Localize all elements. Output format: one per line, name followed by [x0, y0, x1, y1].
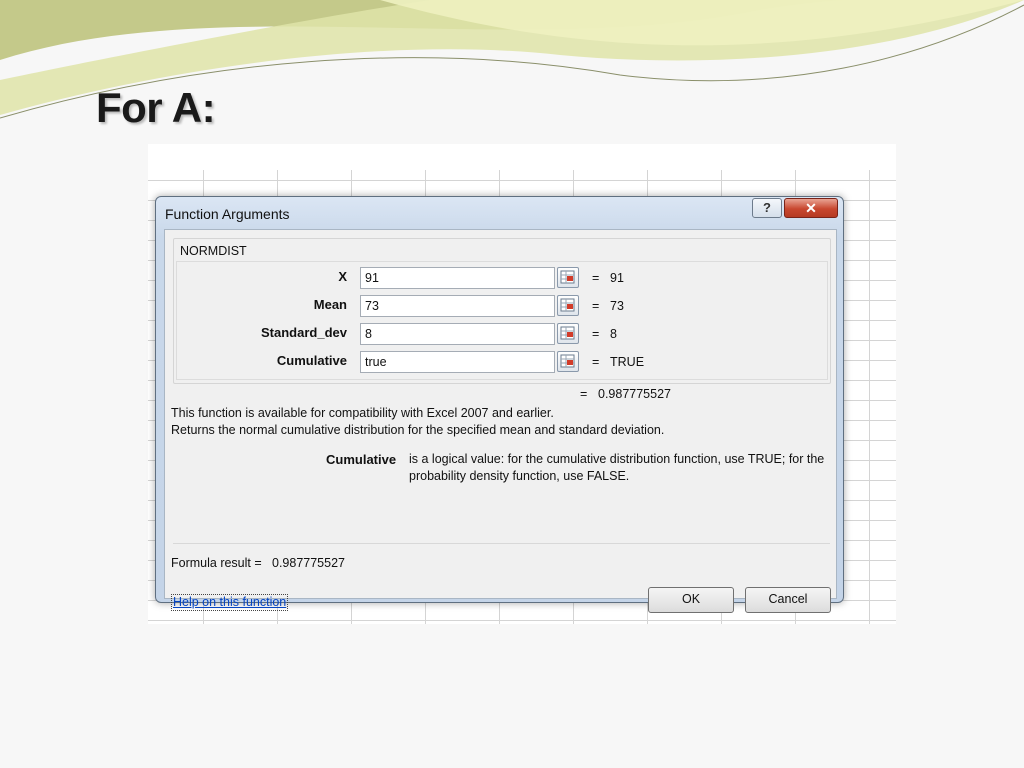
arg-help-line-1: is a logical value: for the cumulative d…: [409, 452, 825, 466]
range-select-icon[interactable]: [557, 267, 579, 288]
dialog-title: Function Arguments: [165, 206, 290, 222]
arg-value-mean: 73: [610, 299, 624, 313]
function-arguments-dialog: Function Arguments ? ✕ NORMDIST X = 91 M…: [155, 196, 844, 613]
function-result-value: 0.987775527: [598, 387, 671, 401]
ok-button[interactable]: OK: [648, 587, 734, 613]
function-name: NORMDIST: [180, 244, 247, 258]
range-select-icon[interactable]: [557, 295, 579, 316]
formula-result-value: 0.987775527: [272, 556, 345, 570]
equals-sign: =: [592, 299, 600, 313]
equals-sign: =: [592, 355, 600, 369]
arg-help-name: Cumulative: [326, 452, 397, 467]
description-line-2: Returns the normal cumulative distributi…: [171, 423, 665, 437]
arg-value-x: 91: [610, 271, 624, 285]
help-button[interactable]: ?: [752, 198, 782, 218]
arguments-box: X = 91 Mean = 73 Standard_dev: [176, 261, 828, 380]
slide-title: For A:: [96, 84, 216, 131]
dialog-body: NORMDIST X = 91 Mean = 73 Stand: [164, 229, 837, 613]
arg-label-cumulative: Cumulative: [276, 353, 347, 368]
separator: [173, 543, 830, 544]
range-select-icon[interactable]: [557, 351, 579, 372]
equals-sign: =: [592, 271, 600, 285]
arg-label-standard-dev: Standard_dev: [261, 325, 347, 340]
range-select-icon[interactable]: [557, 323, 579, 344]
arg-input-x[interactable]: [360, 267, 555, 289]
arg-input-mean[interactable]: [360, 295, 555, 317]
arg-label-mean: Mean: [313, 297, 347, 312]
arg-value-standard-dev: 8: [610, 327, 617, 341]
cancel-button[interactable]: Cancel: [745, 587, 831, 613]
formula-result-label: Formula result =: [171, 556, 262, 570]
description-line-1: This function is available for compatibi…: [171, 406, 554, 420]
arg-input-cumulative[interactable]: [360, 351, 555, 373]
arg-label-x: X: [338, 269, 347, 284]
equals-sign: =: [580, 387, 588, 401]
arg-help-line-2: probability density function, use FALSE.: [409, 469, 630, 483]
arg-value-cumulative: TRUE: [610, 355, 645, 369]
help-on-this-function-link[interactable]: Help on this function: [171, 594, 289, 611]
arg-input-standard-dev[interactable]: [360, 323, 555, 345]
equals-sign: =: [592, 327, 600, 341]
sheet-header-area: [148, 144, 896, 170]
close-button[interactable]: ✕: [784, 198, 838, 218]
function-group: NORMDIST X = 91 Mean = 73 Stand: [173, 238, 831, 384]
